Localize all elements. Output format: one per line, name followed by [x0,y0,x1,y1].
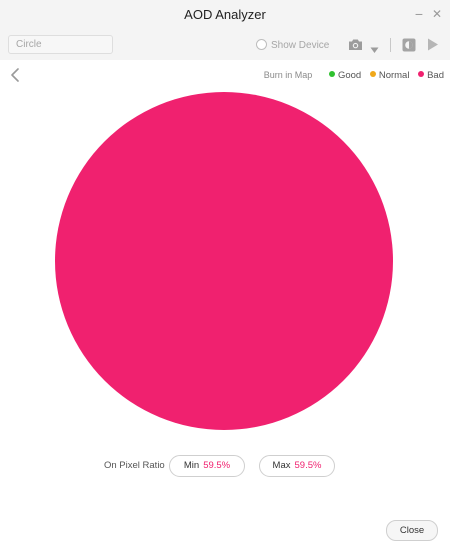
window-title: AOD Analyzer [184,7,266,22]
min-ratio-pill: Min 59.5% [169,455,245,477]
min-label: Min [183,460,200,471]
show-device-label: Show Device [271,40,330,51]
legend-item-bad: Bad [418,70,444,81]
show-device-radio[interactable] [256,39,267,50]
legend-label: Bad [427,70,444,81]
back-chevron-icon[interactable] [10,68,20,87]
min-value: 59.5% [203,460,231,471]
close-button[interactable]: Close [386,520,438,541]
show-device-option[interactable]: Show Device [256,39,329,51]
legend-item-good: Good [328,70,362,81]
normal-dot-icon [369,71,376,77]
title-bar: AOD Analyzer − ✕ [0,0,450,30]
toolbar: Circle Show Device [0,30,450,60]
camera-icon[interactable] [348,38,363,56]
close-window-button[interactable]: ✕ [429,6,445,22]
max-label: Max [272,460,291,471]
pixel-ratio-row: On Pixel Ratio Min 59.5% Max 59.5% [0,455,450,477]
good-dot-icon [328,71,335,77]
shape-select-input[interactable]: Circle [8,35,113,54]
burn-in-map-canvas [55,92,393,430]
legend-label: Good [337,70,362,81]
burn-in-map-label: Burn in Map [263,70,313,80]
play-icon[interactable] [427,38,439,56]
legend-item-normal: Normal [369,70,410,81]
burn-in-legend: Burn in Map Good Normal Bad [264,70,444,81]
max-ratio-pill: Max 59.5% [259,455,335,477]
max-value: 59.5% [294,460,322,471]
screen-toggle-icon[interactable] [402,38,416,57]
chevron-down-icon[interactable] [370,41,379,59]
toolbar-divider [390,38,391,52]
minimize-button[interactable]: − [411,6,427,22]
bad-dot-icon [418,71,425,77]
legend-label: Normal [378,70,410,81]
burn-in-circle [55,92,393,430]
pixel-ratio-label: On Pixel Ratio [104,460,165,471]
